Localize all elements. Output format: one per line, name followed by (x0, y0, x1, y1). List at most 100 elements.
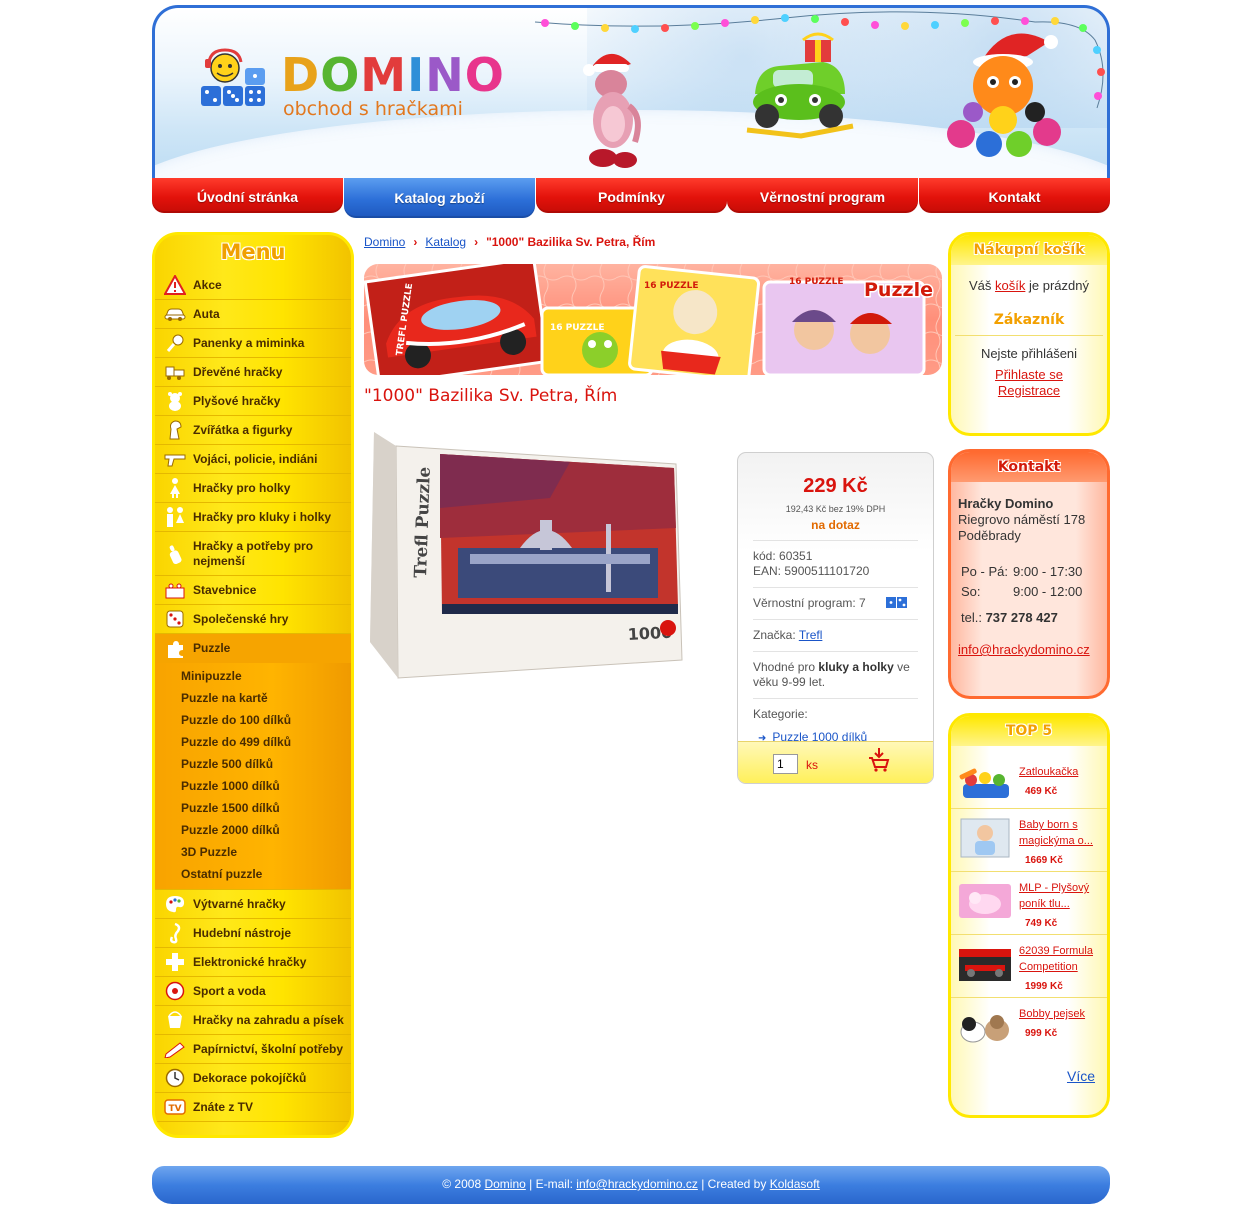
cart-link[interactable]: košík (995, 278, 1025, 293)
puzzle-category-banner: TREFL PUZZLE 16 PUZZLE 16 PUZZLE 16 PUZZ… (364, 264, 942, 375)
submenu-item[interactable]: Puzzle 1000 dílků (155, 775, 351, 797)
submenu-item[interactable]: Puzzle 1500 dílků (155, 797, 351, 819)
puzzle-submenu: Minipuzzle Puzzle na kartě Puzzle do 100… (155, 663, 351, 890)
add-to-cart-icon[interactable] (868, 748, 890, 772)
login-link[interactable]: Přihlaste se (995, 367, 1063, 382)
car-icon (163, 303, 187, 325)
menu-item-znate-z-tv[interactable]: TV Znáte z TV (155, 1093, 351, 1122)
contact-company: Hračky Domino (958, 496, 1054, 511)
main-content: Domino › Katalog › "1000" Bazilika Sv. Petra… (364, 232, 942, 832)
product-ean: EAN: 5900511101720 (753, 564, 870, 578)
loyalty-points: Věrnostní program: 7 (753, 596, 918, 611)
menu-item-auta[interactable]: Auta (155, 300, 351, 329)
breadcrumb-home-link[interactable]: Domino (364, 235, 405, 249)
bucket-icon (163, 1009, 187, 1031)
menu-title: Menu (220, 240, 286, 264)
menu-item-nejmensi[interactable]: Hračky a potřeby pro nejmenší (155, 532, 351, 576)
product-thumbnail-icon (959, 949, 1011, 981)
menu-item-hracky-pro-holky[interactable]: Hračky pro holky (155, 474, 351, 503)
svg-text:Trefl Puzzle: Trefl Puzzle (411, 466, 435, 578)
top5-item-link[interactable]: 62039 Formula Competition (1019, 945, 1093, 973)
menu-item-akce[interactable]: Akce (155, 271, 351, 300)
octopus-santa-decoration-icon (947, 33, 1061, 157)
submenu-item[interactable]: Puzzle 2000 dílků (155, 819, 351, 841)
submenu-item[interactable]: 3D Puzzle (155, 841, 351, 863)
nav-tab-catalog[interactable]: Katalog zboží (344, 178, 535, 218)
top5-item[interactable]: MLP - Plyšový poník tlu... 749 Kč (951, 872, 1107, 935)
top5-item-price: 469 Kč (1025, 786, 1058, 797)
menu-item-zviratka[interactable]: Zvířátka a figurky (155, 416, 351, 445)
category-menu: Menu Akce Auta Panenky a miminka Dřevěné… (152, 232, 354, 1138)
breadcrumb-catalog-link[interactable]: Katalog (425, 235, 466, 249)
kids-icon (163, 506, 187, 528)
product-box-image-icon[interactable]: 1000 Trefl Puzzle (370, 428, 686, 680)
ball-icon (163, 980, 187, 1002)
menu-item-kluky-i-holky[interactable]: Hračky pro kluky i holky (155, 503, 351, 532)
menu-item-hudebni[interactable]: Hudební nástroje (155, 919, 351, 948)
logo-wordmark: DOMINO (281, 48, 505, 102)
breadcrumb: Domino › Katalog › "1000" Bazilika Sv. Petra… (364, 232, 942, 252)
nav-tab-home[interactable]: Úvodní stránka (152, 178, 343, 213)
menu-item-elektronicke[interactable]: Elektronické hračky (155, 948, 351, 977)
svg-text:TV: TV (168, 1104, 181, 1114)
nav-tab-contact[interactable]: Kontakt (919, 178, 1110, 213)
menu-item-papirnictvi[interactable]: Papírnictví, školní potřeby (155, 1035, 351, 1064)
submenu-item[interactable]: Ostatní puzzle (155, 863, 351, 885)
cart-title: Nákupní košík (951, 235, 1107, 265)
contact-email-link[interactable]: info@hrackydomino.cz (958, 642, 1090, 657)
menu-item-sport[interactable]: Sport a voda (155, 977, 351, 1006)
footer-creator-link[interactable]: Koldasoft (770, 1177, 820, 1191)
top5-item-link[interactable]: Zatloukačka (1019, 766, 1078, 778)
quantity-input[interactable] (773, 754, 798, 774)
chevron-right-icon: › (474, 235, 479, 249)
footer-site-link[interactable]: Domino (484, 1177, 525, 1191)
train-icon (163, 361, 187, 383)
teddy-icon (163, 390, 187, 412)
product-thumbnail-icon (960, 818, 1010, 858)
menu-item-vojaci[interactable]: Vojáci, policie, indiáni (155, 445, 351, 474)
menu-item-drevene-hracky[interactable]: Dřevěné hračky (155, 358, 351, 387)
submenu-item[interactable]: Puzzle do 100 dílků (155, 709, 351, 731)
menu-item-panenky[interactable]: Panenky a miminka (155, 329, 351, 358)
nav-tab-loyalty[interactable]: Věrnostní program (727, 178, 918, 213)
product-title: "1000" Bazilika Sv. Petra, Řím (364, 386, 618, 406)
menu-item-vytvarne[interactable]: Výtvarné hračky (155, 890, 351, 919)
product-thumbnail-icon (959, 884, 1011, 918)
top5-item-link[interactable]: Bobby pejsek (1019, 1008, 1085, 1020)
brand-link[interactable]: Trefl (799, 628, 823, 642)
top5-item-price: 999 Kč (1025, 1028, 1058, 1039)
menu-item-dekorace[interactable]: Dekorace pokojíčků (155, 1064, 351, 1093)
product-code: kód: 60351 (753, 549, 813, 563)
contact-box: Kontakt Hračky Domino Riegrovo náměstí 1… (948, 449, 1110, 699)
top5-title: TOP 5 (951, 716, 1107, 746)
warning-icon (163, 274, 187, 296)
puzzle-banner-artwork-icon: TREFL PUZZLE 16 PUZZLE 16 PUZZLE 16 PUZZ… (364, 264, 942, 375)
submenu-item[interactable]: Puzzle do 499 dílků (155, 731, 351, 753)
footer: © 2008 Domino | E-mail: info@hrackydomin… (152, 1166, 1110, 1204)
palette-icon (163, 893, 187, 915)
gun-icon (163, 448, 187, 470)
top5-item[interactable]: Zatloukačka 469 Kč (951, 756, 1107, 809)
site-logo[interactable]: DOMINO obchod s hračkami (199, 46, 509, 126)
top5-more-link[interactable]: Více (1067, 1068, 1095, 1084)
submenu-item[interactable]: Minipuzzle (155, 665, 351, 687)
top5-item-link[interactable]: Baby born s magickýma o... (1019, 819, 1093, 847)
top5-item-link[interactable]: MLP - Plyšový poník tlu... (1019, 882, 1089, 910)
footer-email-link[interactable]: info@hrackydomino.cz (576, 1177, 698, 1191)
submenu-item[interactable]: Puzzle 500 dílků (155, 753, 351, 775)
submenu-item[interactable]: Puzzle na kartě (155, 687, 351, 709)
add-to-cart-row: ks (738, 741, 933, 783)
menu-item-zahrada[interactable]: Hračky na zahradu a písek (155, 1006, 351, 1035)
availability-status: na dotaz (811, 518, 860, 532)
menu-item-stavebnice[interactable]: Stavebnice (155, 576, 351, 605)
menu-item-puzzle[interactable]: Puzzle (155, 634, 351, 663)
dice-icon (163, 608, 187, 630)
top5-item[interactable]: Bobby pejsek 999 Kč (951, 998, 1107, 1061)
logo-subtitle: obchod s hračkami (283, 98, 463, 120)
top5-item[interactable]: 62039 Formula Competition 1999 Kč (951, 935, 1107, 998)
menu-item-plysove-hracky[interactable]: Plyšové hračky (155, 387, 351, 416)
top5-item[interactable]: Baby born s magickýma o... 1669 Kč (951, 809, 1107, 872)
menu-item-spolecenske-hry[interactable]: Společenské hry (155, 605, 351, 634)
register-link[interactable]: Registrace (998, 383, 1060, 398)
nav-tab-terms[interactable]: Podmínky (536, 178, 727, 213)
